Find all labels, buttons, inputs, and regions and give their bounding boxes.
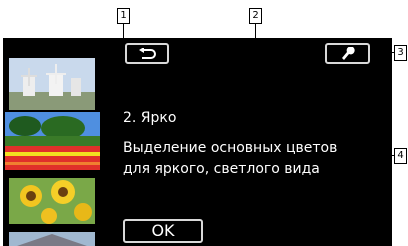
description-line-2: для яркого, светлого вида (123, 161, 320, 177)
effect-title: 2. Ярко (123, 110, 177, 126)
thumbnail-windmills[interactable] (9, 58, 95, 110)
effect-description: Выделение основных цветов для яркого, св… (123, 138, 363, 180)
callout-3: 3 (394, 45, 407, 61)
callout-2: 2 (249, 8, 262, 24)
return-arrow-icon (139, 47, 156, 59)
tool-settings-button[interactable] (325, 43, 370, 64)
leader-line-4 (312, 155, 394, 156)
leader-line-2 (255, 23, 256, 49)
wrench-icon (341, 46, 355, 60)
leader-line-1 (123, 23, 124, 109)
thumbnail-tulips-selected[interactable] (3, 110, 102, 172)
ok-button[interactable]: OK (123, 219, 203, 243)
thumbnail-sunflowers[interactable] (9, 178, 95, 224)
camera-screen: 2. Ярко Выделение основных цветов для яр… (3, 38, 392, 246)
back-button[interactable] (125, 43, 169, 64)
callout-1: 1 (117, 8, 130, 24)
thumbnail-building[interactable] (9, 232, 95, 246)
effect-thumbnail-strip[interactable] (3, 38, 103, 246)
callout-4: 4 (394, 148, 407, 164)
leader-line-3 (372, 52, 394, 53)
